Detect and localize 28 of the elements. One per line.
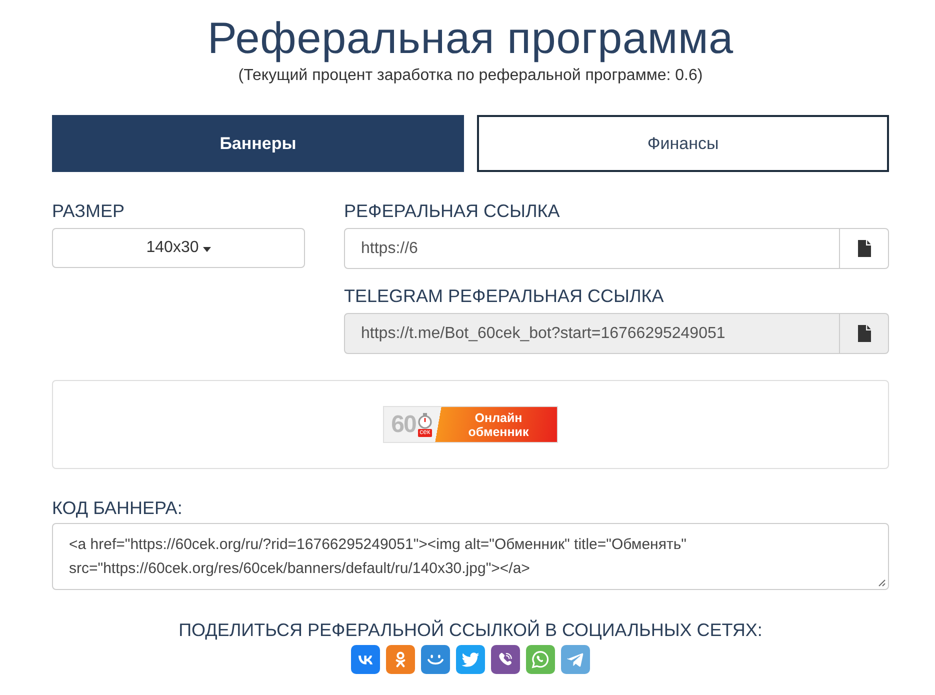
copy-button[interactable] xyxy=(840,228,889,269)
tab[interactable]: Баннеры xyxy=(52,115,464,172)
tab[interactable]: Финансы xyxy=(477,115,889,172)
telegram-link-label: TELEGRAM РЕФЕРАЛЬНАЯ ССЫЛКА xyxy=(344,285,665,307)
smiley-icon[interactable] xyxy=(421,645,450,674)
banner-text: Онлайн обменник xyxy=(467,410,530,438)
stopwatch-icon xyxy=(416,412,433,428)
resize-handle-icon[interactable] xyxy=(878,579,886,587)
caret-icon xyxy=(202,246,211,252)
page-subtitle: (Текущий процент заработка по реферальной программе: 0.6) xyxy=(237,66,704,86)
banner-code-field[interactable]: <a href="https://60cek.org/ru/?rid=16766295249051"><img alt="Обменник" title="Обменять" src="https://60cek.org/res/60cek/banners/default/ru/140x30.jpg"></a> xyxy=(52,523,889,590)
referral-link-label: РЕФЕРАЛЬНАЯ ССЫЛКА xyxy=(344,200,561,222)
size-dropdown[interactable]: 140x30 xyxy=(52,228,305,268)
chat-phone-icon[interactable] xyxy=(526,645,555,674)
page-title: Реферальная программа xyxy=(206,13,735,65)
paper-plane-icon[interactable] xyxy=(561,645,590,674)
referral-link-field[interactable]: https://6 xyxy=(344,228,840,269)
banner-code-label: КОД БАННЕРА: xyxy=(52,497,184,519)
bird-icon[interactable] xyxy=(456,645,485,674)
person-figure-icon[interactable] xyxy=(386,645,415,674)
size-label: РАЗМЕР xyxy=(52,200,126,222)
phone-icon[interactable] xyxy=(491,645,520,674)
logo-number: 60 xyxy=(391,412,416,438)
share-label: ПОДЕЛИТЬСЯ РЕФЕРАЛЬНОЙ ССЫЛКОЙ В СОЦИАЛЬНЫХ СЕТЯХ: xyxy=(178,619,764,641)
document-icon xyxy=(858,325,870,342)
vk-logo-icon[interactable] xyxy=(351,645,380,674)
copy-button[interactable] xyxy=(840,313,889,354)
document-icon xyxy=(858,240,870,257)
